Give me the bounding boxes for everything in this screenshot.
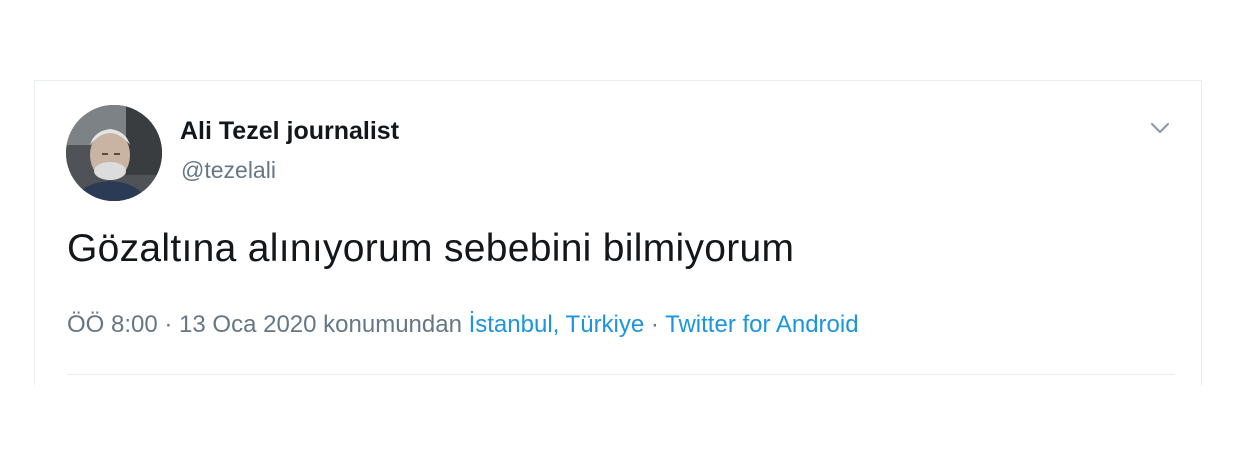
tweet-card: Ali Tezel journalist @tezelali Gözaltına… (34, 80, 1202, 385)
meta-separator: · (157, 311, 180, 338)
source-link[interactable]: Twitter for Android (665, 311, 858, 338)
location-prefix: konumundan (316, 311, 469, 338)
meta-separator: · (644, 311, 666, 338)
avatar-photo (66, 105, 162, 201)
divider (67, 374, 1175, 375)
tweet-time[interactable]: ÖÖ 8:00 (67, 311, 158, 338)
tweet-meta: ÖÖ 8:00 · 13 Oca 2020 konumundan İstanbu… (67, 311, 859, 339)
tweet-text: Gözaltına alınıyorum sebebini bilmiyorum (67, 227, 795, 270)
user-handle[interactable]: @tezelali (181, 157, 276, 184)
chevron-down-icon[interactable] (1147, 115, 1173, 141)
avatar[interactable] (66, 105, 162, 201)
tweet-date[interactable]: 13 Oca 2020 (179, 311, 316, 338)
display-name[interactable]: Ali Tezel journalist (180, 117, 399, 146)
location-link[interactable]: İstanbul, Türkiye (469, 311, 645, 338)
